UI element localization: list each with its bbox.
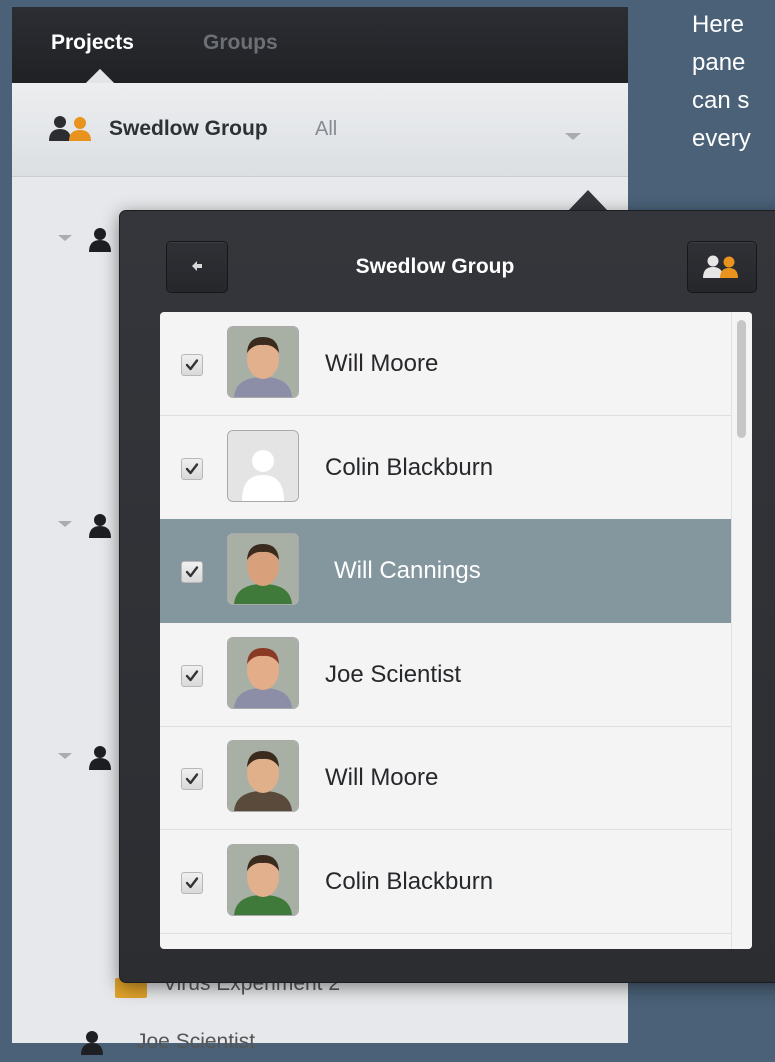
description-line: can s: [692, 87, 750, 114]
user-photo: [228, 327, 298, 397]
checkmark-icon: [185, 359, 199, 371]
group-selector[interactable]: Swedlow Group All: [12, 83, 628, 177]
user-photo: [228, 534, 298, 604]
member-checkbox[interactable]: [181, 872, 203, 894]
member-row[interactable]: Will Moore: [160, 312, 731, 416]
member-name: Colin Blackburn: [325, 868, 494, 895]
expand-caret-icon[interactable]: [58, 235, 72, 241]
default-avatar-icon: [228, 431, 298, 501]
avatar: [227, 430, 299, 502]
description-text: Here pane can s every: [692, 6, 775, 158]
checkmark-icon: [185, 877, 199, 889]
user-icon: [80, 1030, 104, 1062]
description-line: Here: [692, 11, 745, 38]
member-name: Will Cannings: [334, 557, 481, 584]
member-row[interactable]: Will Moore: [160, 726, 731, 830]
description-line: pane: [692, 49, 746, 76]
tree-user-label: Joe Scientist: [136, 1030, 256, 1053]
user-photo: [228, 638, 298, 708]
member-name: Colin Blackburn: [325, 454, 494, 481]
group-members-button[interactable]: [687, 241, 757, 293]
checkmark-icon: [185, 773, 199, 785]
member-checkbox[interactable]: [181, 665, 203, 687]
user-photo: [228, 845, 298, 915]
member-row[interactable]: Colin Blackburn: [160, 416, 731, 520]
description-line: every: [692, 125, 751, 152]
group-members-popover: Swedlow Group Will Moore Colin Blackburn W…: [119, 210, 775, 983]
member-checkbox[interactable]: [181, 561, 203, 583]
checkmark-icon: [185, 670, 199, 682]
group-name: Swedlow Group: [109, 117, 268, 140]
chevron-down-icon[interactable]: [565, 133, 581, 140]
avatar: [227, 740, 299, 812]
avatar: [227, 844, 299, 916]
member-checkbox[interactable]: [181, 458, 203, 480]
scrollbar-thumb[interactable]: [737, 320, 746, 438]
avatar: [227, 326, 299, 398]
group-icon: [703, 255, 738, 278]
expand-caret-icon[interactable]: [58, 521, 72, 527]
member-name: Joe Scientist: [325, 661, 462, 688]
group-filter-label: All: [315, 118, 338, 140]
tab-projects[interactable]: Projects: [51, 31, 134, 55]
member-list: Will Moore Colin Blackburn Will Cannings Jo…: [160, 312, 752, 949]
member-name: Will Moore: [325, 350, 439, 377]
avatar: [227, 533, 299, 605]
user-photo: [228, 741, 298, 811]
user-icon: [88, 745, 112, 776]
sidebar-tab-bar: Projects Groups: [12, 7, 628, 83]
avatar: [227, 637, 299, 709]
checkmark-icon: [185, 566, 199, 578]
expand-caret-icon[interactable]: [58, 753, 72, 759]
member-row[interactable]: Colin Blackburn: [160, 830, 731, 934]
scrollbar[interactable]: [731, 312, 752, 949]
member-row[interactable]: Joe Scientist: [160, 623, 731, 727]
user-icon: [88, 227, 112, 258]
tab-groups[interactable]: Groups: [203, 31, 278, 55]
popover-title: Swedlow Group: [355, 255, 515, 278]
checkmark-icon: [185, 463, 199, 475]
member-row[interactable]: Will Cannings: [160, 519, 731, 623]
user-icon: [88, 513, 112, 544]
group-icon: [47, 115, 99, 148]
member-checkbox[interactable]: [181, 354, 203, 376]
popover-arrow: [568, 190, 608, 211]
member-checkbox[interactable]: [181, 768, 203, 790]
member-name: Will Moore: [325, 764, 439, 791]
